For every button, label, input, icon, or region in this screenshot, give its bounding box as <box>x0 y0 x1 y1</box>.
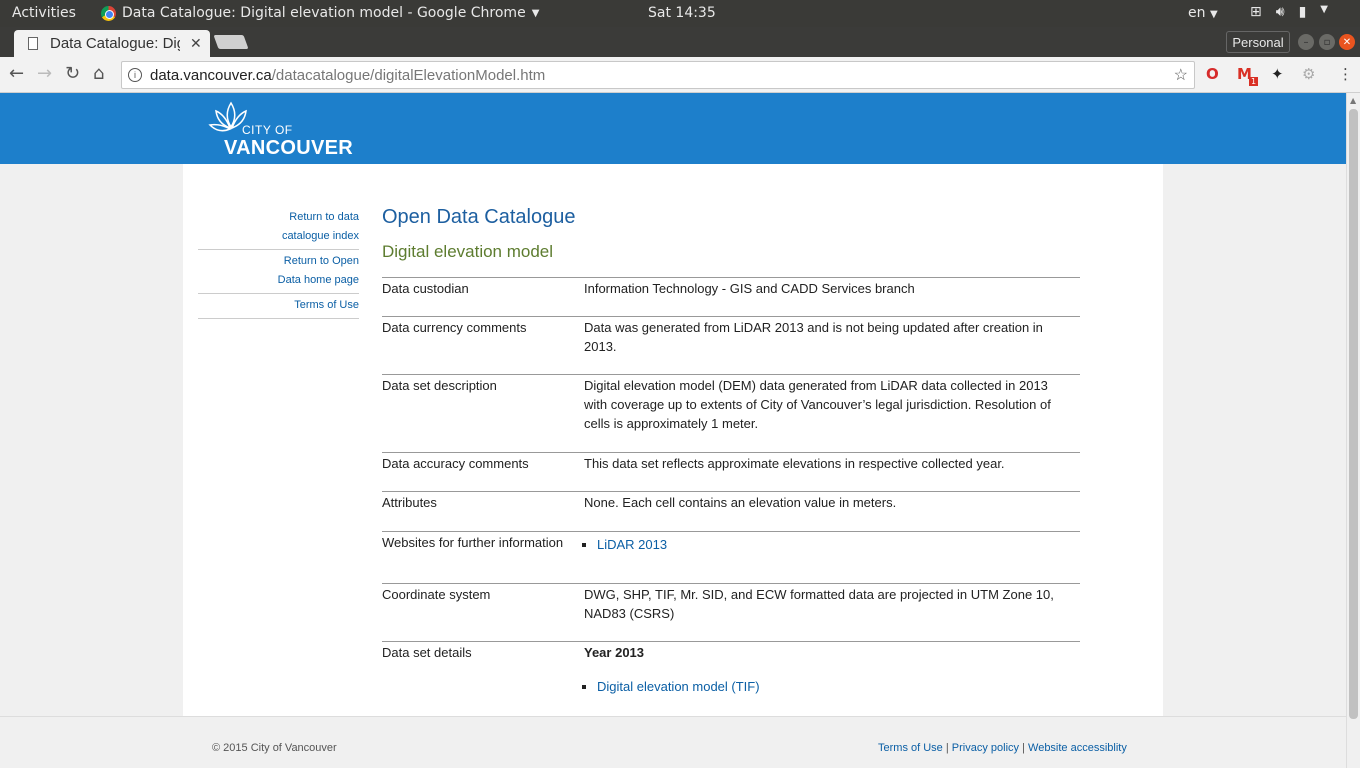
row-label: Coordinate system <box>382 587 491 602</box>
dem-tif-link[interactable]: Digital elevation model (TIF) <box>597 679 760 694</box>
page-content: Return to data catalogue index Return to… <box>183 164 1163 716</box>
app-menu[interactable]: Data Catalogue: Digital elevation model … <box>101 5 539 21</box>
row-value: Data was generated from LiDAR 2013 and i… <box>584 320 1043 354</box>
footer-privacy-link[interactable]: Privacy policy <box>952 742 1019 754</box>
activities-button[interactable]: Activities <box>12 5 76 21</box>
scroll-up-icon[interactable]: ▲ <box>1350 96 1356 105</box>
clock[interactable]: Sat 14:35 <box>648 5 716 21</box>
link-list: LiDAR 2013 <box>597 533 1054 554</box>
row-label: Attributes <box>382 495 437 510</box>
row-label: Data set description <box>382 378 497 393</box>
language-label: en <box>1188 5 1206 21</box>
logo-line-2: VANCOUVER <box>224 137 354 159</box>
document-icon <box>28 37 38 50</box>
forward-button[interactable]: → <box>37 63 52 84</box>
system-top-bar: Activities Data Catalogue: Digital eleva… <box>0 0 1360 27</box>
page-scrollbar[interactable]: ▲ <box>1346 93 1360 768</box>
table-row: Data accuracy comments This data set ref… <box>382 452 1080 491</box>
url-path: /datacatalogue/digitalElevationModel.htm <box>271 66 546 84</box>
gmail-badge: 1 <box>1249 77 1259 86</box>
list-item: Digital elevation model (TIF) <box>597 677 1054 696</box>
minimize-button[interactable]: – <box>1298 34 1314 50</box>
extension-icon[interactable]: ✦ <box>1271 65 1284 83</box>
table-row: Data set description Digital elevation m… <box>382 374 1080 452</box>
link-list: Digital elevation model (TIF) <box>597 675 1054 696</box>
system-indicators[interactable]: ⊞ 🔊︎ ▮ ▼ <box>1250 4 1328 20</box>
bookmark-star-icon[interactable]: ☆ <box>1174 65 1188 85</box>
profile-button[interactable]: Personal <box>1226 31 1290 53</box>
row-label: Data set details <box>382 645 472 660</box>
footer-terms-link[interactable]: Terms of Use <box>878 742 943 754</box>
network-icon: ⊞ <box>1250 4 1262 20</box>
row-value: Information Technology - GIS and CADD Se… <box>584 281 915 296</box>
battery-icon: ▮ <box>1298 4 1307 20</box>
list-item: LiDAR 2013 <box>597 535 1054 554</box>
row-label: Data currency comments <box>382 320 527 335</box>
page-title: Open Data Catalogue <box>382 206 576 228</box>
chevron-down-icon: ▼ <box>1209 9 1218 20</box>
url-host: data.vancouver.ca <box>150 66 272 84</box>
row-value: None. Each cell contains an elevation va… <box>584 495 897 510</box>
page-subtitle: Digital elevation model <box>382 242 554 261</box>
window-close-button[interactable]: ✕ <box>1339 34 1355 50</box>
menu-icon[interactable]: ⋮ <box>1338 65 1353 83</box>
app-title: Data Catalogue: Digital elevation model … <box>122 5 526 21</box>
table-row: Data set details Year 2013 Digital eleva… <box>382 641 1080 701</box>
dataset-year: Year 2013 <box>584 645 645 660</box>
main-content: Open Data Catalogue Digital elevation mo… <box>382 206 1080 701</box>
tab-title: Data Catalogue: Digital elevation model <box>50 35 180 52</box>
sidenav-terms[interactable]: Terms of Use <box>198 294 359 319</box>
address-bar[interactable]: i data.vancouver.ca/datacatalogue/digita… <box>121 61 1195 89</box>
row-label: Data accuracy comments <box>382 456 529 471</box>
close-icon[interactable]: ✕ <box>190 36 202 52</box>
table-row: Websites for further information LiDAR 2… <box>382 531 1080 583</box>
reload-button[interactable]: ↻ <box>65 63 80 84</box>
row-label: Data custodian <box>382 281 469 296</box>
back-button[interactable]: ← <box>9 63 24 84</box>
row-value: DWG, SHP, TIF, Mr. SID, and ECW formatte… <box>584 587 1054 621</box>
opera-extension-icon[interactable]: O <box>1206 65 1219 83</box>
volume-icon: 🔊︎ <box>1275 4 1285 20</box>
side-navigation: Return to data catalogue index Return to… <box>198 206 359 319</box>
sidenav-return-home[interactable]: Return to Open Data home page <box>198 250 359 294</box>
tab-strip: Data Catalogue: Digital elevation model … <box>0 27 1360 57</box>
copyright: © 2015 City of Vancouver <box>212 742 337 754</box>
table-row: Data currency comments Data was generate… <box>382 316 1080 374</box>
row-value: This data set reflects approximate eleva… <box>584 456 1005 471</box>
lidar-link[interactable]: LiDAR 2013 <box>597 537 667 552</box>
language-menu[interactable]: en ▼ <box>1188 5 1218 21</box>
table-row: Coordinate system DWG, SHP, TIF, Mr. SID… <box>382 583 1080 641</box>
browser-tab[interactable]: Data Catalogue: Digital elevation model … <box>14 30 210 57</box>
separator: | <box>945 742 949 754</box>
logo-line-1: CITY OF <box>242 123 293 137</box>
scroll-thumb[interactable] <box>1349 109 1358 719</box>
chevron-down-icon: ▼ <box>531 7 540 19</box>
home-button[interactable]: ⌂ <box>93 63 104 84</box>
footer-accessibility-link[interactable]: Website accessiblity <box>1028 742 1127 754</box>
row-value: LiDAR 2013 <box>584 532 1054 583</box>
sidenav-return-catalogue[interactable]: Return to data catalogue index <box>198 206 359 250</box>
site-footer: © 2015 City of Vancouver Terms of Use | … <box>0 716 1346 768</box>
browser-toolbar: ← → ↻ ⌂ i data.vancouver.ca/datacatalogu… <box>0 57 1360 93</box>
site-header: CITY OF VANCOUVER <box>0 93 1346 164</box>
table-row: Attributes None. Each cell contains an e… <box>382 491 1080 531</box>
maximize-button[interactable]: ▫ <box>1319 34 1335 50</box>
row-label: Websites for further information <box>382 535 564 550</box>
info-icon[interactable]: i <box>128 68 142 82</box>
row-value: Digital elevation model (DEM) data gener… <box>584 378 1051 431</box>
new-tab-button[interactable] <box>213 35 249 49</box>
row-value: Year 2013 Digital elevation model (TIF) <box>584 642 1054 701</box>
separator: | <box>1022 742 1025 754</box>
chrome-icon <box>101 5 116 21</box>
footer-links: Terms of Use | Privacy policy | Website … <box>878 742 1127 754</box>
extension-icon[interactable]: ⚙ <box>1302 65 1315 83</box>
table-row: Data custodian Information Technology - … <box>382 277 1080 316</box>
chevron-down-icon: ▼ <box>1320 4 1328 15</box>
